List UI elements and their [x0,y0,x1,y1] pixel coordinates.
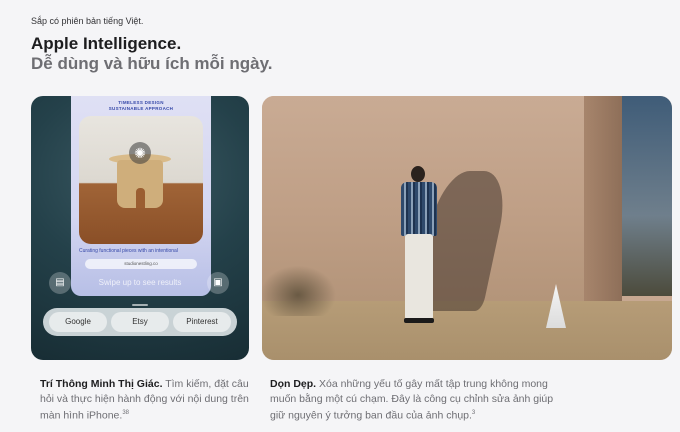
sky-background [622,96,672,296]
wall-pillar [584,96,622,318]
shoes [404,318,434,323]
visual-intelligence-card[interactable]: TIMELESS DESIGN SUSTAINABLE APPROACH ✺ C… [31,96,249,360]
phone-caption: Curating functional pieces with an inten… [79,248,178,254]
phone-tag-line2: SUSTAINABLE APPROACH [108,106,174,111]
search-option-etsy[interactable]: Etsy [111,312,169,332]
search-option-google[interactable]: Google [49,312,107,332]
person-figure [399,166,439,326]
phone-screen: TIMELESS DESIGN SUSTAINABLE APPROACH ✺ C… [71,96,211,296]
image-search-icon[interactable]: ▣ [207,272,229,294]
phone-url-bar: studionestling.co [85,259,197,269]
clean-up-card[interactable] [262,96,672,360]
sheet-handle[interactable] [132,304,148,306]
desc-title-2: Dọn Dẹp. [270,378,317,390]
page-headline: Apple Intelligence. Dễ dùng và hữu ích m… [31,34,273,74]
eyebrow-text: Sắp có phiên bản tiếng Việt. [31,16,144,26]
footnote-1[interactable]: 38 [122,410,129,416]
dry-brush [262,246,352,316]
visual-intelligence-icon[interactable]: ✺ [129,142,151,164]
striped-shirt [401,182,437,236]
clean-up-description: Dọn Dẹp. Xóa những yếu tố gây mất tập tr… [270,377,560,423]
headline-subtitle: Dễ dùng và hữu ích mỗi ngày. [31,54,273,73]
phone-tag: TIMELESS DESIGN SUSTAINABLE APPROACH [71,100,211,112]
visual-intelligence-description: Trí Thông Minh Thị Giác. Tìm kiếm, đặt c… [40,377,250,423]
desc-title-1: Trí Thông Minh Thị Giác. [40,378,163,390]
person-head [411,166,425,182]
stool-photo: ✺ [79,116,203,244]
search-options-tray: Google Etsy Pinterest [43,308,237,336]
footnote-2[interactable]: 3 [472,410,475,416]
headline-title: Apple Intelligence. [31,34,182,53]
stool-gap [136,188,145,208]
white-pants [405,234,433,320]
search-option-pinterest[interactable]: Pinterest [173,312,231,332]
